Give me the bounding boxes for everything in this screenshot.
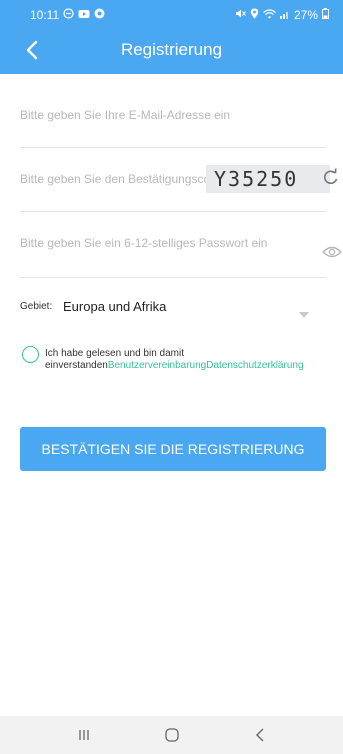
- recent-apps-button[interactable]: [72, 724, 96, 746]
- agreement-prefix: einverstanden: [45, 360, 108, 371]
- signal-icon: [279, 9, 290, 22]
- agreement-line2: einverstandenBenutzervereinbarungDatensc…: [45, 360, 304, 372]
- wifi-icon: [263, 8, 276, 22]
- password-field[interactable]: Bitte geben Sie ein 6-12-stelliges Passw…: [20, 212, 342, 278]
- confirm-registration-button[interactable]: BESTÄTIGEN SIE DIE REGISTRIERUNG: [20, 427, 326, 471]
- refresh-icon[interactable]: [322, 167, 342, 189]
- dropdown-arrow-icon: [299, 305, 309, 318]
- mute-icon: [235, 8, 246, 22]
- back-nav-button[interactable]: [248, 724, 272, 746]
- agreement-checkbox[interactable]: [22, 346, 39, 363]
- app-header: 10:11 27% Registrierung: [0, 0, 343, 74]
- home-icon: [165, 728, 179, 742]
- status-left: 10:11: [30, 8, 105, 22]
- password-placeholder: Bitte geben Sie ein 6-12-stelliges Passw…: [20, 236, 268, 250]
- home-button[interactable]: [160, 724, 184, 746]
- battery-icon: [322, 8, 329, 22]
- back-arrow-icon: [256, 728, 264, 742]
- email-placeholder: Bitte geben Sie Ihre E-Mail-Adresse ein: [20, 108, 231, 122]
- email-field[interactable]: Bitte geben Sie Ihre E-Mail-Adresse ein: [20, 88, 326, 148]
- status-time: 10:11: [30, 8, 60, 22]
- do-not-disturb-icon: [63, 8, 74, 22]
- location-icon: [250, 8, 259, 22]
- system-navigation-bar: [0, 716, 343, 754]
- recent-apps-icon: [79, 730, 89, 740]
- eye-icon[interactable]: [322, 245, 343, 261]
- agreement-text: Ich habe gelesen und bin damit einversta…: [45, 348, 304, 372]
- agreement-row: Ich habe gelesen und bin damit einversta…: [22, 346, 343, 386]
- battery-percent: 27%: [293, 8, 318, 22]
- user-agreement-link[interactable]: Benutzervereinbarung: [108, 360, 206, 371]
- region-label: Gebiet:: [20, 301, 53, 312]
- region-value: Europa und Afrika: [63, 299, 167, 314]
- status-right: 27%: [235, 8, 329, 22]
- agreement-line1: Ich habe gelesen und bin damit: [45, 348, 184, 359]
- privacy-policy-link[interactable]: Datenschutzerklärung: [206, 360, 303, 371]
- verification-code-field[interactable]: Bitte geben Sie den Bestätigungscode ein…: [20, 148, 338, 212]
- region-select[interactable]: Gebiet: Europa und Afrika: [20, 292, 326, 322]
- page-title: Registrierung: [120, 40, 223, 59]
- captcha-image[interactable]: Y35250: [206, 165, 330, 193]
- status-bar: 10:11 27%: [0, 0, 343, 30]
- app-notification-icon: [94, 8, 105, 22]
- code-placeholder: Bitte geben Sie den Bestätigungscode ein: [20, 172, 206, 186]
- video-icon: [78, 9, 90, 22]
